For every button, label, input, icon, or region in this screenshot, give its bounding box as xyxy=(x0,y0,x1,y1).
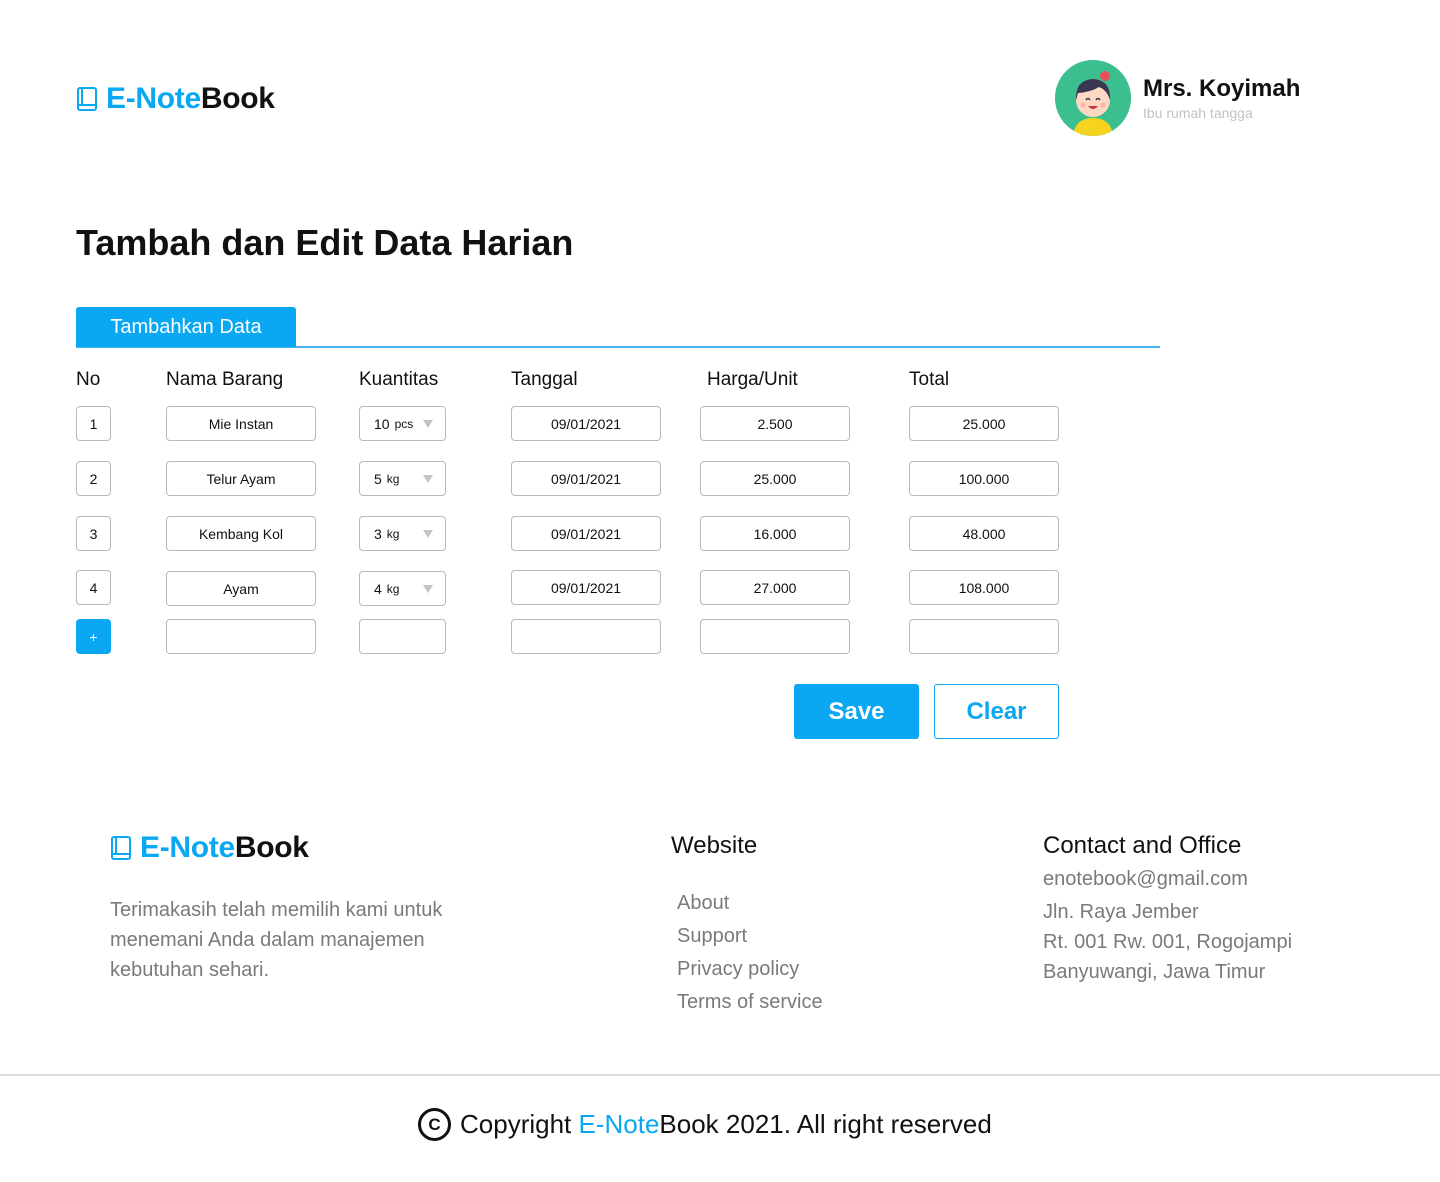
brand-name-rest: Book xyxy=(234,831,309,864)
copyright-brand: E-Note xyxy=(578,1109,660,1139)
column-header-total: Total xyxy=(909,369,950,390)
row-number: 3 xyxy=(76,516,111,551)
avatar[interactable] xyxy=(1055,60,1131,136)
total-field[interactable]: 25.000 xyxy=(909,406,1059,441)
column-header-date: Tanggal xyxy=(511,369,578,390)
item-name-input[interactable]: Telur Ayam xyxy=(166,461,316,496)
new-date-input[interactable] xyxy=(511,619,661,654)
quantity-unit: pcs xyxy=(394,416,414,431)
footer-link-support[interactable]: Support xyxy=(677,925,747,948)
footer-contact-heading: Contact and Office xyxy=(1043,832,1242,859)
item-name-input[interactable]: Mie Instan xyxy=(166,406,316,441)
item-name-input[interactable]: Kembang Kol xyxy=(166,516,316,551)
quantity-unit: kg xyxy=(386,581,400,596)
tab-tambahkan-data[interactable]: Tambahkan Data xyxy=(76,307,296,347)
column-header-qty: Kuantitas xyxy=(359,369,439,390)
column-header-price: Harga/Unit xyxy=(707,369,798,390)
copyright-icon: C xyxy=(418,1108,451,1141)
footer-logo[interactable]: E-NoteBook xyxy=(110,831,309,865)
column-header-no: No xyxy=(76,369,101,390)
page-title: Tambah dan Edit Data Harian xyxy=(76,222,574,263)
price-input[interactable]: 25.000 xyxy=(700,461,850,496)
quantity-select[interactable]: 5 kg xyxy=(359,461,446,496)
copyright: C Copyright E-NoteBook 2021. All right r… xyxy=(418,1108,992,1141)
item-name-input[interactable]: Ayam xyxy=(166,571,316,606)
footer-website-heading: Website xyxy=(671,832,758,859)
footer-link-privacy[interactable]: Privacy policy xyxy=(677,958,799,981)
footer-link-terms[interactable]: Terms of service xyxy=(677,991,823,1014)
footer-link-about[interactable]: About xyxy=(677,892,729,915)
footer-description: Terimakasih telah memilih kami untuk men… xyxy=(110,895,510,985)
footer-description-line: menemani Anda dalam manajemen xyxy=(110,929,425,951)
user-role: Ibu rumah tangga xyxy=(1143,105,1253,121)
date-input[interactable]: 09/01/2021 xyxy=(511,570,661,605)
quantity-select[interactable]: 10 pcs xyxy=(359,406,446,441)
quantity-value: 5 xyxy=(374,470,382,487)
quantity-select[interactable]: 3 kg xyxy=(359,516,446,551)
new-price-input[interactable] xyxy=(700,619,850,654)
add-row-button[interactable]: + xyxy=(76,619,111,654)
quantity-value: 4 xyxy=(374,580,382,597)
total-field[interactable]: 108.000 xyxy=(909,570,1059,605)
row-number: 4 xyxy=(76,570,111,605)
quantity-unit: kg xyxy=(386,471,400,486)
price-input[interactable]: 16.000 xyxy=(700,516,850,551)
contact-email[interactable]: enotebook@gmail.com xyxy=(1043,868,1248,891)
total-field[interactable]: 100.000 xyxy=(909,461,1059,496)
new-total-field[interactable] xyxy=(909,619,1059,654)
row-number: 2 xyxy=(76,461,111,496)
footer-description-line: Terimakasih telah memilih kami untuk xyxy=(110,899,443,921)
contact-address-line: Banyuwangi, Jawa Timur xyxy=(1043,961,1266,983)
column-header-name: Nama Barang xyxy=(166,369,284,390)
quantity-unit: kg xyxy=(386,526,400,541)
date-input[interactable]: 09/01/2021 xyxy=(511,406,661,441)
user-profile[interactable]: Mrs. Koyimah Ibu rumah tangga xyxy=(1055,60,1300,136)
brand-name-accent: E-Note xyxy=(106,82,201,115)
price-input[interactable]: 2.500 xyxy=(700,406,850,441)
contact-address-line: Rt. 001 Rw. 001, Rogojampi xyxy=(1043,931,1293,953)
quantity-value: 3 xyxy=(374,525,382,542)
total-field[interactable]: 48.000 xyxy=(909,516,1059,551)
book-icon xyxy=(76,86,98,112)
caret-down-icon xyxy=(423,475,433,483)
clear-button[interactable]: Clear xyxy=(934,684,1059,739)
caret-down-icon xyxy=(423,420,433,428)
quantity-select[interactable]: 4 kg xyxy=(359,571,446,606)
price-input[interactable]: 27.000 xyxy=(700,570,850,605)
date-input[interactable]: 09/01/2021 xyxy=(511,461,661,496)
row-number: 1 xyxy=(76,406,111,441)
brand-name-rest: Book xyxy=(200,82,275,115)
footer-description-line: kebutuhan sehari. xyxy=(110,959,270,981)
quantity-value: 10 xyxy=(374,415,390,432)
footer-divider xyxy=(0,1074,1440,1076)
book-icon xyxy=(110,835,132,861)
new-item-name-input[interactable] xyxy=(166,619,316,654)
new-quantity-input[interactable] xyxy=(359,619,446,654)
user-name: Mrs. Koyimah xyxy=(1143,75,1301,102)
caret-down-icon xyxy=(423,530,433,538)
contact-address-line: Jln. Raya Jember xyxy=(1043,901,1199,923)
header-logo[interactable]: E-NoteBook xyxy=(76,82,275,116)
brand-name-accent: E-Note xyxy=(140,831,235,864)
save-button[interactable]: Save xyxy=(794,684,919,739)
copyright-prefix: Copyright xyxy=(460,1109,579,1139)
caret-down-icon xyxy=(423,585,433,593)
copyright-suffix: Book 2021. All right reserved xyxy=(659,1109,992,1139)
date-input[interactable]: 09/01/2021 xyxy=(511,516,661,551)
